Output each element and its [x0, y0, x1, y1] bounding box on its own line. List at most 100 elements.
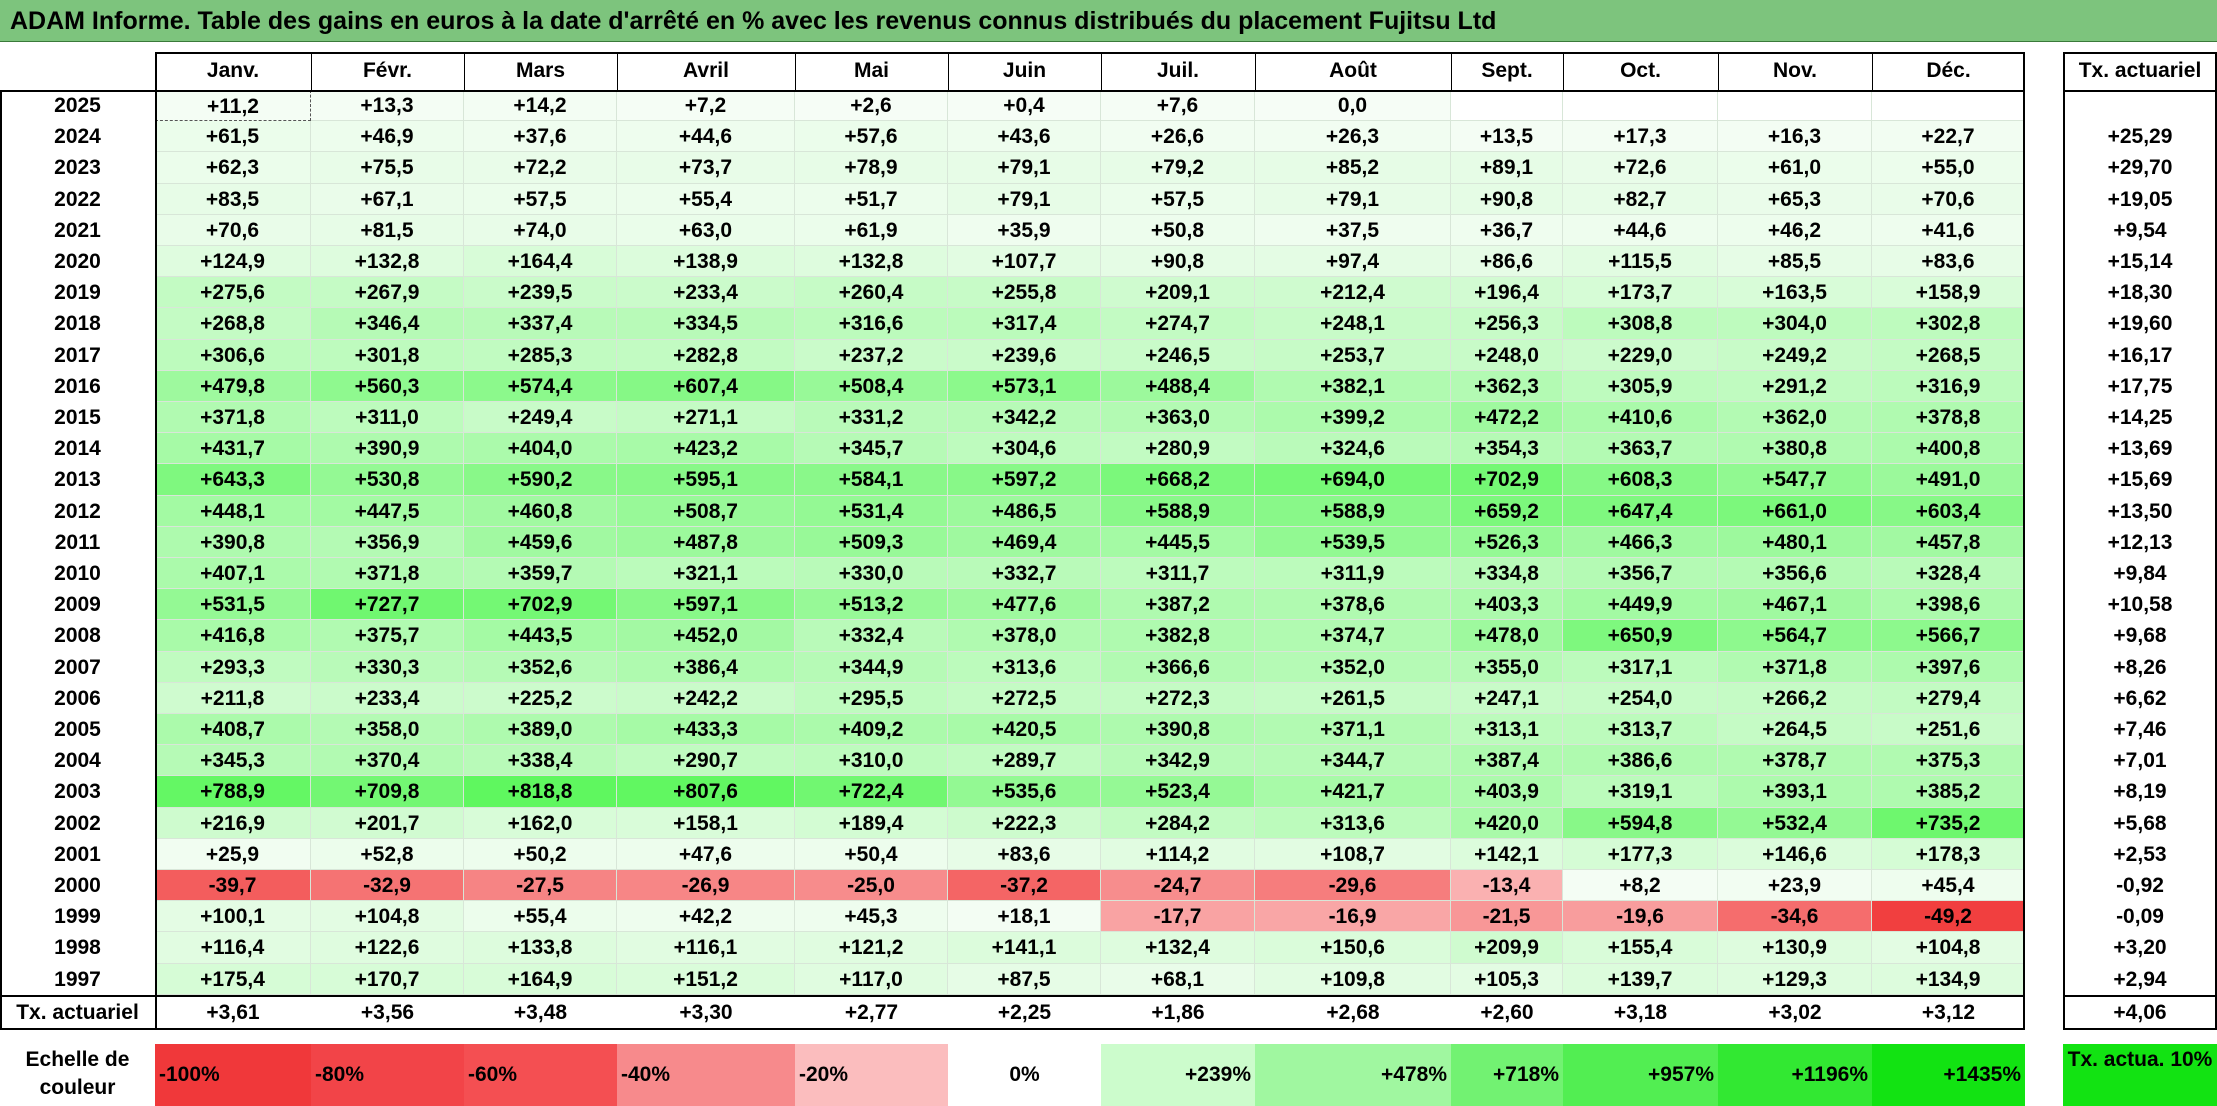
heatmap-cell: +420,0: [1451, 807, 1563, 839]
heatmap-cell: +104,8: [311, 901, 464, 933]
heatmap-cell: +248,0: [1451, 339, 1563, 371]
heatmap-cell: +346,4: [311, 308, 464, 340]
row-year-label: 2008: [54, 624, 101, 648]
heatmap-cell: +138,9: [617, 246, 795, 278]
table-border: [155, 52, 2025, 54]
heatmap-cell: +211,8: [155, 682, 311, 714]
heatmap-cell: +158,9: [1872, 277, 2025, 309]
heatmap-cell: +86,6: [1451, 246, 1563, 278]
heatmap-cell: +584,1: [795, 464, 948, 496]
heatmap-cell: +83,6: [948, 838, 1101, 870]
heatmap-cell: +400,8: [1872, 433, 2025, 465]
row-year-label: 2002: [54, 811, 101, 835]
row-year-label: 1997: [54, 967, 101, 991]
heatmap-cell: +788,9: [155, 776, 311, 808]
row-tx-value: +15,14: [2107, 250, 2173, 273]
heatmap-cell: +328,4: [1872, 558, 2025, 590]
table-border: [2063, 1028, 2217, 1030]
heatmap-cell: +445,5: [1101, 526, 1255, 558]
column-divider: [464, 52, 465, 90]
row-tx-value: +29,70: [2107, 156, 2173, 180]
column-divider: [1872, 52, 1873, 90]
heatmap-cell: +57,5: [464, 183, 617, 215]
tx-row-value: +3,02: [1768, 1001, 1822, 1024]
column-divider: [795, 52, 796, 90]
scale-swatch: +957%: [1563, 1044, 1718, 1106]
heatmap-cell: +603,4: [1872, 495, 2025, 527]
heatmap-cell: +50,8: [1101, 214, 1255, 246]
heatmap-cell: +134,9: [1872, 963, 2025, 995]
heatmap-cell: +142,1: [1451, 838, 1563, 870]
row-year-label: 2000: [54, 874, 101, 897]
row-tx-value: +19,05: [2107, 187, 2173, 211]
row-tx-value: -0,92: [2116, 874, 2164, 897]
heatmap-cell: +177,3: [1563, 838, 1718, 870]
heatmap-cell: +378,6: [1255, 589, 1451, 621]
heatmap-cell: +216,9: [155, 807, 311, 839]
heatmap-cell: +90,8: [1101, 246, 1255, 278]
heatmap-cell: +274,7: [1101, 308, 1255, 340]
heatmap-cell: +472,2: [1451, 402, 1563, 434]
heatmap-cell: +26,3: [1255, 121, 1451, 153]
heatmap-cell: +249,2: [1718, 339, 1872, 371]
table-border: [0, 90, 2025, 92]
row-tx-value: +6,62: [2113, 686, 2167, 710]
heatmap-cell: +45,4: [1872, 870, 2025, 902]
table-border: [2063, 90, 2217, 92]
heatmap-cell: +282,8: [617, 339, 795, 371]
heatmap-cell: +371,8: [155, 402, 311, 434]
heatmap-cell: +342,2: [948, 402, 1101, 434]
heatmap-cell: +459,6: [464, 526, 617, 558]
heatmap-cell: +452,0: [617, 620, 795, 652]
heatmap-cell: +407,1: [155, 558, 311, 590]
heatmap-cell: +449,9: [1563, 589, 1718, 621]
heatmap-cell: +16,3: [1718, 121, 1872, 153]
scale-swatch: +1435%: [1872, 1044, 2025, 1106]
heatmap-cell: +293,3: [155, 651, 311, 683]
heatmap-cell: +158,1: [617, 807, 795, 839]
heatmap-cell: +371,8: [311, 558, 464, 590]
heatmap-cell: +25,9: [155, 838, 311, 870]
heatmap-cell: [1718, 90, 1872, 122]
row-year-label: 2007: [54, 655, 101, 679]
heatmap-cell: +268,8: [155, 308, 311, 340]
heatmap-cell: +151,2: [617, 963, 795, 995]
heatmap-cell: +212,4: [1255, 277, 1451, 309]
scale-swatch: -80%: [311, 1044, 464, 1106]
heatmap-cell: +132,8: [311, 246, 464, 278]
scale-swatch: +239%: [1101, 1044, 1255, 1106]
heatmap-cell: +530,8: [311, 464, 464, 496]
heatmap-cell: +196,4: [1451, 277, 1563, 309]
row-year-label: 2021: [54, 218, 101, 242]
heatmap-cell: +248,1: [1255, 308, 1451, 340]
column-header: Juin: [1002, 59, 1047, 82]
heatmap-cell: +539,5: [1255, 526, 1451, 558]
column-header: Sept.: [1481, 59, 1533, 82]
heatmap-cell: +44,6: [1563, 214, 1718, 246]
column-divider: [617, 52, 618, 90]
heatmap-cell: +121,2: [795, 932, 948, 964]
column-header: Juil.: [1156, 59, 1199, 82]
column-divider: [1451, 52, 1452, 90]
tx-row-value: +3,56: [360, 1001, 415, 1024]
heatmap-cell: +532,4: [1718, 807, 1872, 839]
heatmap-cell: +330,3: [311, 651, 464, 683]
heatmap-cell: +57,6: [795, 121, 948, 153]
heatmap-cell: +46,9: [311, 121, 464, 153]
table-border: [0, 995, 2025, 997]
heatmap-cell: +324,6: [1255, 433, 1451, 465]
row-tx-value: +14,25: [2107, 406, 2173, 429]
heatmap-cell: +7,2: [617, 90, 795, 122]
heatmap-cell: +239,6: [948, 339, 1101, 371]
heatmap-cell: +431,7: [155, 433, 311, 465]
scale-swatch: -20%: [795, 1044, 948, 1106]
row-tx-value: +9,84: [2113, 562, 2167, 585]
heatmap-cell: +588,9: [1255, 495, 1451, 527]
heatmap-cell: +363,0: [1101, 402, 1255, 434]
heatmap-cell: +457,8: [1872, 526, 2025, 558]
row-tx-value: +5,68: [2113, 811, 2167, 835]
row-tx-value: +7,01: [2113, 749, 2167, 773]
heatmap-cell: +305,9: [1563, 370, 1718, 402]
heatmap-cell: +573,1: [948, 370, 1101, 402]
heatmap-cell: +643,3: [155, 464, 311, 496]
